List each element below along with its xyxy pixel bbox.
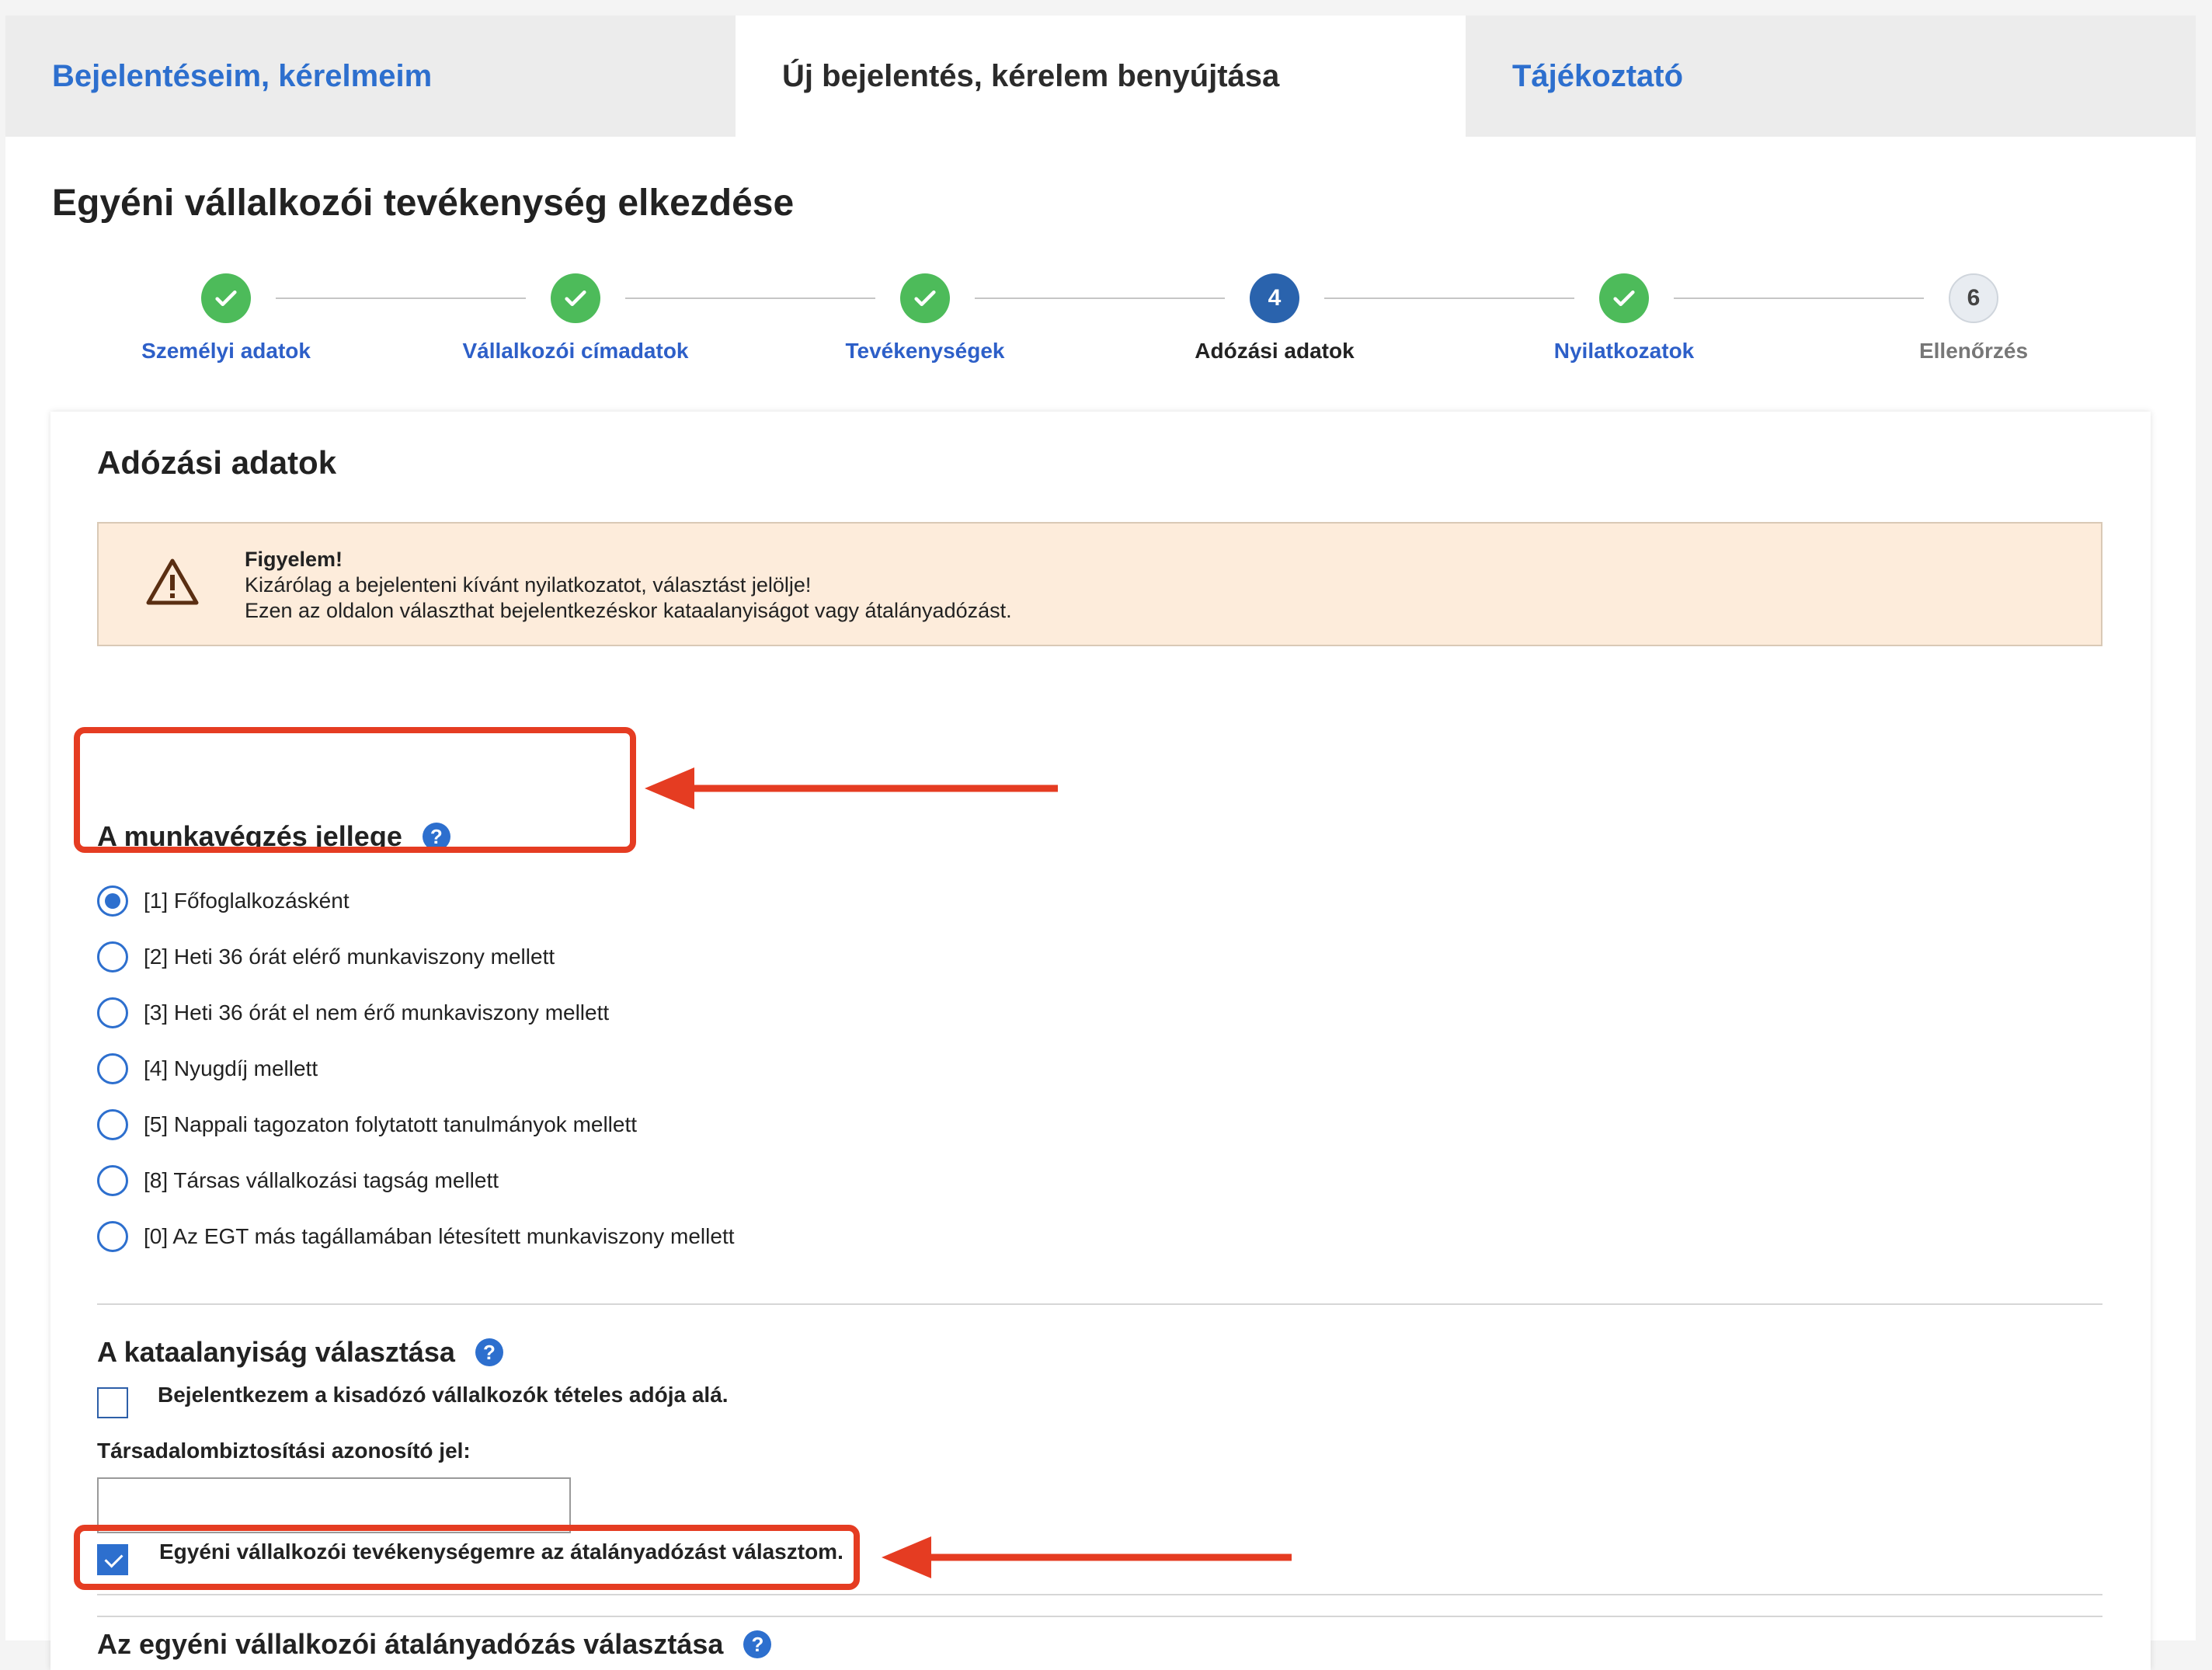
- annotation-arrow-icon: [645, 767, 1058, 809]
- radio-option[interactable]: [2] Heti 36 órát elérő munkaviszony mell…: [97, 941, 555, 972]
- checkmark-icon: [1599, 273, 1649, 323]
- tab-my-submissions[interactable]: Bejelentéseim, kérelmeim: [5, 16, 736, 137]
- section-title: Adózási adatok: [97, 444, 337, 481]
- social-security-label: Társadalombiztosítási azonosító jel:: [97, 1439, 471, 1463]
- radio-label: [5] Nappali tagozaton folytatott tanulmá…: [144, 1112, 638, 1136]
- tab-bar: Bejelentéseim, kérelmeim Új bejelentés, …: [5, 16, 2196, 137]
- radio-option[interactable]: [3] Heti 36 órát el nem érő munkaviszony…: [97, 997, 609, 1028]
- warning-box: Figyelem! Kizárólag a bejelenteni kívánt…: [97, 522, 2102, 646]
- step-label: Nyilatkozatok: [1553, 339, 1695, 363]
- step-connector: [1674, 297, 1924, 299]
- step-number: 6: [1949, 273, 1998, 323]
- radio-label: [4] Nyugdíj mellett: [144, 1056, 318, 1080]
- step-label: Adózási adatok: [1195, 339, 1355, 363]
- radio-label: [2] Heti 36 órát elérő munkaviszony mell…: [144, 945, 555, 969]
- radio-button[interactable]: [97, 941, 128, 972]
- radio-option[interactable]: [0] Az EGT más tagállamában létesített m…: [97, 1221, 735, 1252]
- step-connector: [975, 297, 1225, 299]
- warning-line: Ezen az oldalon választhat bejelentkezés…: [245, 599, 1012, 622]
- warning-title: Figyelem!: [245, 548, 343, 571]
- kata-checkbox-label[interactable]: Bejelentkezem a kisadózó vállalkozók tét…: [158, 1383, 729, 1407]
- flat-rate-title: Az egyéni vállalkozói átalányadózás vála…: [97, 1628, 772, 1661]
- flat-rate-title-text: Az egyéni vállalkozói átalányadózás vála…: [97, 1628, 724, 1660]
- step-label: Tevékenységek: [845, 339, 1005, 363]
- kata-title: A kataalanyiság választása ?: [97, 1336, 503, 1369]
- radio-label: [0] Az EGT más tagállamában létesített m…: [144, 1224, 735, 1248]
- radio-button[interactable]: [97, 1221, 128, 1252]
- radio-option[interactable]: [5] Nappali tagozaton folytatott tanulmá…: [97, 1109, 637, 1140]
- section-divider: [97, 1594, 2102, 1595]
- warning-line: Kizárólag a bejelenteni kívánt nyilatkoz…: [245, 573, 812, 597]
- tab-new-submission[interactable]: Új bejelentés, kérelem benyújtása: [736, 16, 1466, 137]
- step-connector: [276, 297, 526, 299]
- warning-icon: [146, 558, 199, 605]
- radio-label: [1] Főfoglalkozásként: [144, 889, 350, 913]
- radio-option[interactable]: [4] Nyugdíj mellett: [97, 1053, 318, 1084]
- tax-data-card: Adózási adatok Figyelem! Kizárólag a bej…: [50, 412, 2151, 1670]
- section-divider: [97, 1303, 2102, 1305]
- help-icon[interactable]: ?: [475, 1338, 503, 1366]
- step-label: Személyi adatok: [141, 339, 311, 363]
- radio-button[interactable]: [97, 1165, 128, 1196]
- page-title: Egyéni vállalkozói tevékenység elkezdése: [52, 183, 795, 224]
- step-connector: [1324, 297, 1574, 299]
- radio-button[interactable]: [97, 885, 128, 917]
- annotation-arrow-icon: [882, 1536, 1292, 1578]
- radio-button[interactable]: [97, 1053, 128, 1084]
- step-connector: [625, 297, 875, 299]
- step-label: Vállalkozói címadatok: [462, 339, 689, 363]
- annotation-highlight: [74, 1525, 860, 1590]
- radio-label: [3] Heti 36 órát el nem érő munkaviszony…: [144, 1000, 610, 1025]
- checkmark-icon: [900, 273, 950, 323]
- radio-button[interactable]: [97, 1109, 128, 1140]
- help-icon[interactable]: ?: [743, 1630, 772, 1658]
- tab-information[interactable]: Tájékoztató: [1466, 16, 2196, 137]
- main-panel: Egyéni vállalkozói tevékenység elkezdése…: [5, 137, 2196, 1670]
- step-number: 4: [1250, 273, 1299, 323]
- step-label: Ellenőrzés: [1918, 339, 2029, 363]
- warning-text: Figyelem! Kizárólag a bejelenteni kívánt…: [245, 547, 1012, 624]
- annotation-highlight: [74, 727, 636, 853]
- radio-option[interactable]: [8] Társas vállalkozási tagság mellett: [97, 1165, 499, 1196]
- kata-title-text: A kataalanyiság választása: [97, 1336, 455, 1368]
- radio-button[interactable]: [97, 997, 128, 1028]
- radio-option[interactable]: [1] Főfoglalkozásként: [97, 885, 350, 917]
- checkmark-icon: [551, 273, 600, 323]
- checkmark-icon: [201, 273, 251, 323]
- section-divider: [97, 1616, 2102, 1617]
- kata-checkbox[interactable]: [97, 1387, 128, 1418]
- radio-label: [8] Társas vállalkozási tagság mellett: [144, 1168, 499, 1192]
